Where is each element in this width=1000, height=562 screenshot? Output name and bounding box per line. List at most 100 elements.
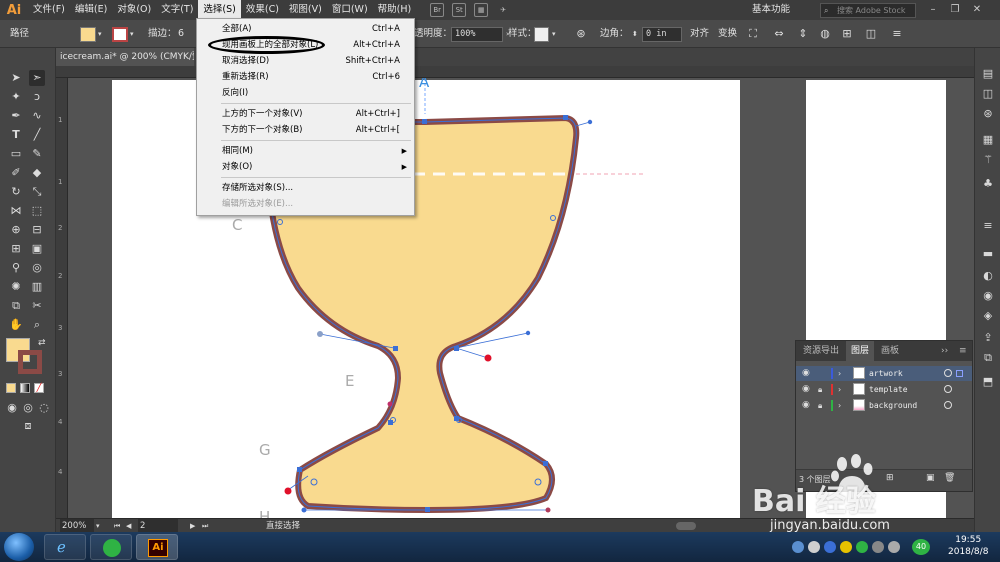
- menu-item-next-object-above[interactable]: 上方的下一个对象(V) Alt+Ctrl+]: [197, 106, 414, 122]
- zoom-tool-icon[interactable]: ⌕: [29, 317, 45, 333]
- paintbrush-tool-icon[interactable]: ✎: [29, 146, 45, 162]
- network-icon[interactable]: [872, 541, 884, 553]
- tray-icon[interactable]: [840, 541, 852, 553]
- color-mode-icon[interactable]: [6, 383, 16, 393]
- align-button[interactable]: 对齐: [690, 20, 709, 48]
- previous-artboard-icon[interactable]: ◀: [126, 519, 131, 533]
- target-circle-icon[interactable]: [944, 401, 952, 409]
- menu-effect[interactable]: 效果(C): [241, 0, 284, 20]
- shape-icon[interactable]: ◍: [818, 27, 832, 41]
- stroke-value[interactable]: 6: [178, 20, 184, 48]
- target-circle-icon[interactable]: [944, 385, 952, 393]
- tab-artboards[interactable]: 画板: [876, 341, 904, 361]
- last-artboard-icon[interactable]: ⏭: [202, 519, 208, 533]
- style-swatch[interactable]: [534, 27, 549, 42]
- menu-file[interactable]: 文件(F): [28, 0, 70, 20]
- menu-item-same[interactable]: 相同(M) ▶: [197, 143, 414, 159]
- layer-row-template[interactable]: ◉ 🔒︎ › template: [796, 382, 972, 397]
- swap-colors-icon[interactable]: ⇄: [38, 338, 46, 348]
- vertical-ruler[interactable]: 1 1 2 2 3 3 4 4: [56, 78, 68, 518]
- swatches-icon[interactable]: ▦: [980, 132, 996, 148]
- graphic-styles-icon[interactable]: ◈: [980, 308, 996, 324]
- visibility-eye-icon[interactable]: ◉: [802, 366, 810, 381]
- handle-point[interactable]: [317, 331, 323, 337]
- none-mode-icon[interactable]: ╱: [34, 383, 44, 393]
- color-guide-icon[interactable]: ⊛: [980, 106, 996, 122]
- draw-behind-icon[interactable]: ◎: [20, 400, 36, 416]
- tray-icon[interactable]: [824, 541, 836, 553]
- menu-select[interactable]: 选择(S): [198, 0, 241, 20]
- vertical-align-icon[interactable]: ⇕: [796, 27, 810, 41]
- slice-tool-icon[interactable]: ✂: [29, 298, 45, 314]
- artboard-tool-icon[interactable]: ⧉: [8, 298, 24, 314]
- menu-item-reselect[interactable]: 重新选择(R) Ctrl+6: [197, 69, 414, 85]
- minimize-icon[interactable]: –: [924, 2, 942, 18]
- volume-icon[interactable]: [888, 541, 900, 553]
- mesh-tool-icon[interactable]: ⊞: [8, 241, 24, 257]
- selection-indicator[interactable]: [956, 370, 963, 377]
- tray-icon[interactable]: [856, 541, 868, 553]
- free-transform-tool-icon[interactable]: ⬚: [29, 203, 45, 219]
- chevron-down-icon[interactable]: ▾: [98, 20, 102, 48]
- menu-help[interactable]: 帮助(H): [373, 0, 417, 20]
- stock-icon[interactable]: St: [452, 3, 467, 17]
- corner-field[interactable]: 0 in: [642, 27, 682, 42]
- arrange-documents-icon[interactable]: ▦: [474, 3, 489, 17]
- fill-swatch[interactable]: [80, 27, 96, 42]
- hand-tool-icon[interactable]: ✋: [8, 317, 24, 333]
- ie-taskbar-button[interactable]: ℯ: [44, 534, 86, 560]
- gradient-panel-icon[interactable]: ▬: [980, 246, 996, 262]
- first-artboard-icon[interactable]: ⏮: [114, 519, 120, 533]
- recolor-icon[interactable]: ⊛: [574, 27, 588, 41]
- transparency-icon[interactable]: ◐: [980, 268, 996, 284]
- restore-icon[interactable]: ❐: [946, 2, 964, 18]
- grid-icon[interactable]: ⊞: [840, 27, 854, 41]
- tab-layers[interactable]: 图层: [846, 341, 875, 361]
- perspective-grid-tool-icon[interactable]: ⊟: [29, 222, 45, 238]
- menu-item-next-object-below[interactable]: 下方的下一个对象(B) Alt+Ctrl+[: [197, 122, 414, 138]
- menu-item-deselect[interactable]: 取消选择(D) Shift+Ctrl+A: [197, 53, 414, 69]
- collapse-icon[interactable]: ››: [936, 341, 953, 361]
- menu-item-inverse[interactable]: 反向(I): [197, 85, 414, 101]
- bridge-icon[interactable]: Br: [430, 3, 445, 17]
- type-tool-icon[interactable]: T: [8, 127, 24, 143]
- selection-tool-icon[interactable]: ➤: [8, 70, 24, 86]
- chevron-down-icon[interactable]: ▾: [552, 20, 556, 48]
- chevron-down-icon[interactable]: ▾: [130, 20, 134, 48]
- gpu-performance-icon[interactable]: ✈: [496, 3, 510, 17]
- document-tab[interactable]: icecream.ai* @ 200% (CMYK/预: [56, 48, 194, 66]
- column-graph-tool-icon[interactable]: ▥: [29, 279, 45, 295]
- magic-wand-tool-icon[interactable]: ✦: [8, 89, 24, 105]
- menu-item-select-all[interactable]: 全部(A) Ctrl+A: [197, 21, 414, 37]
- menu-item-save-selection[interactable]: 存储所选对象(S)...: [197, 180, 414, 196]
- menu-type[interactable]: 文字(T): [156, 0, 198, 20]
- scrollbar-thumb[interactable]: [676, 522, 696, 530]
- scale-tool-icon[interactable]: ⤡: [29, 184, 45, 200]
- handle-point[interactable]: [387, 401, 393, 407]
- start-button[interactable]: [4, 533, 34, 561]
- transform-button[interactable]: 变换: [718, 20, 737, 48]
- workspace-switcher[interactable]: 基本功能: [752, 2, 804, 18]
- artboard-number-field[interactable]: 2: [138, 519, 178, 533]
- expand-triangle-icon[interactable]: ›: [838, 398, 841, 413]
- symbol-sprayer-tool-icon[interactable]: ✺: [8, 279, 24, 295]
- horizontal-flip-icon[interactable]: ⇔: [772, 27, 786, 41]
- visibility-eye-icon[interactable]: ◉: [802, 398, 810, 413]
- layer-row-background[interactable]: ◉ 🔒︎ › background: [796, 398, 972, 413]
- screen-mode-icon[interactable]: ⧈: [20, 418, 36, 434]
- handle-point-active[interactable]: [484, 354, 492, 362]
- properties-icon[interactable]: ▤: [980, 66, 996, 82]
- chevron-down-icon[interactable]: ▾: [96, 519, 100, 533]
- direct-selection-tool-icon[interactable]: ➣: [29, 70, 45, 86]
- help-icon[interactable]: [808, 541, 820, 553]
- gradient-tool-icon[interactable]: ▣: [29, 241, 45, 257]
- shape-builder-tool-icon[interactable]: ⊕: [8, 222, 24, 238]
- eraser-tool-icon[interactable]: ◆: [29, 165, 45, 181]
- stroke-swatch[interactable]: [112, 27, 128, 42]
- target-circle-icon[interactable]: [944, 369, 952, 377]
- next-artboard-icon[interactable]: ▶: [190, 519, 195, 533]
- zoom-field[interactable]: 200%: [60, 519, 94, 533]
- opacity-field[interactable]: 100%: [451, 27, 503, 42]
- search-stock-input[interactable]: ⌕ 搜索 Adobe Stock: [820, 3, 916, 18]
- blend-tool-icon[interactable]: ◎: [29, 260, 45, 276]
